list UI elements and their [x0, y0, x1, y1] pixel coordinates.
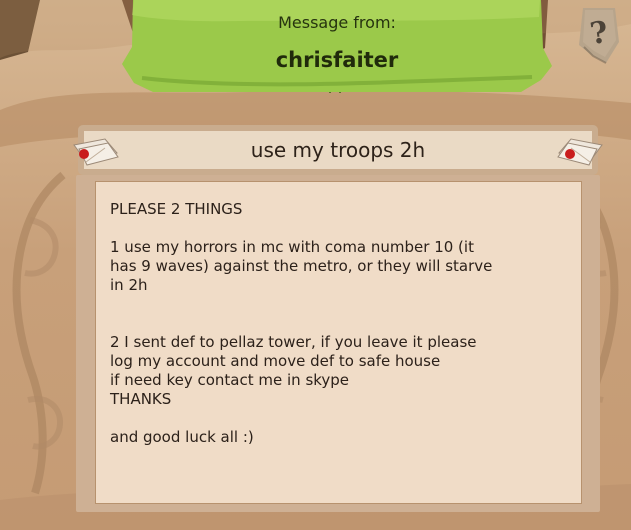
help-question-mark: ?	[587, 14, 611, 53]
message-subject: use my troops 2h	[250, 138, 426, 162]
left-border-ornament	[0, 170, 80, 500]
message-screen: Message from: chrisfaiter ? use my troop…	[0, 0, 631, 530]
sealed-envelope-icon	[556, 137, 604, 167]
sealed-envelope-icon	[72, 137, 120, 167]
sender-name: chrisfaiter	[275, 48, 399, 72]
sender-header-board: Message from: chrisfaiter	[122, 0, 552, 93]
message-subject-bar: use my troops 2h	[72, 125, 604, 175]
message-from-label: Message from:	[278, 13, 396, 32]
message-body-text: PLEASE 2 THINGS 1 use my horrors in mc w…	[110, 200, 493, 446]
help-button[interactable]: ?	[578, 6, 620, 66]
message-body-panel: PLEASE 2 THINGS 1 use my horrors in mc w…	[95, 181, 582, 504]
